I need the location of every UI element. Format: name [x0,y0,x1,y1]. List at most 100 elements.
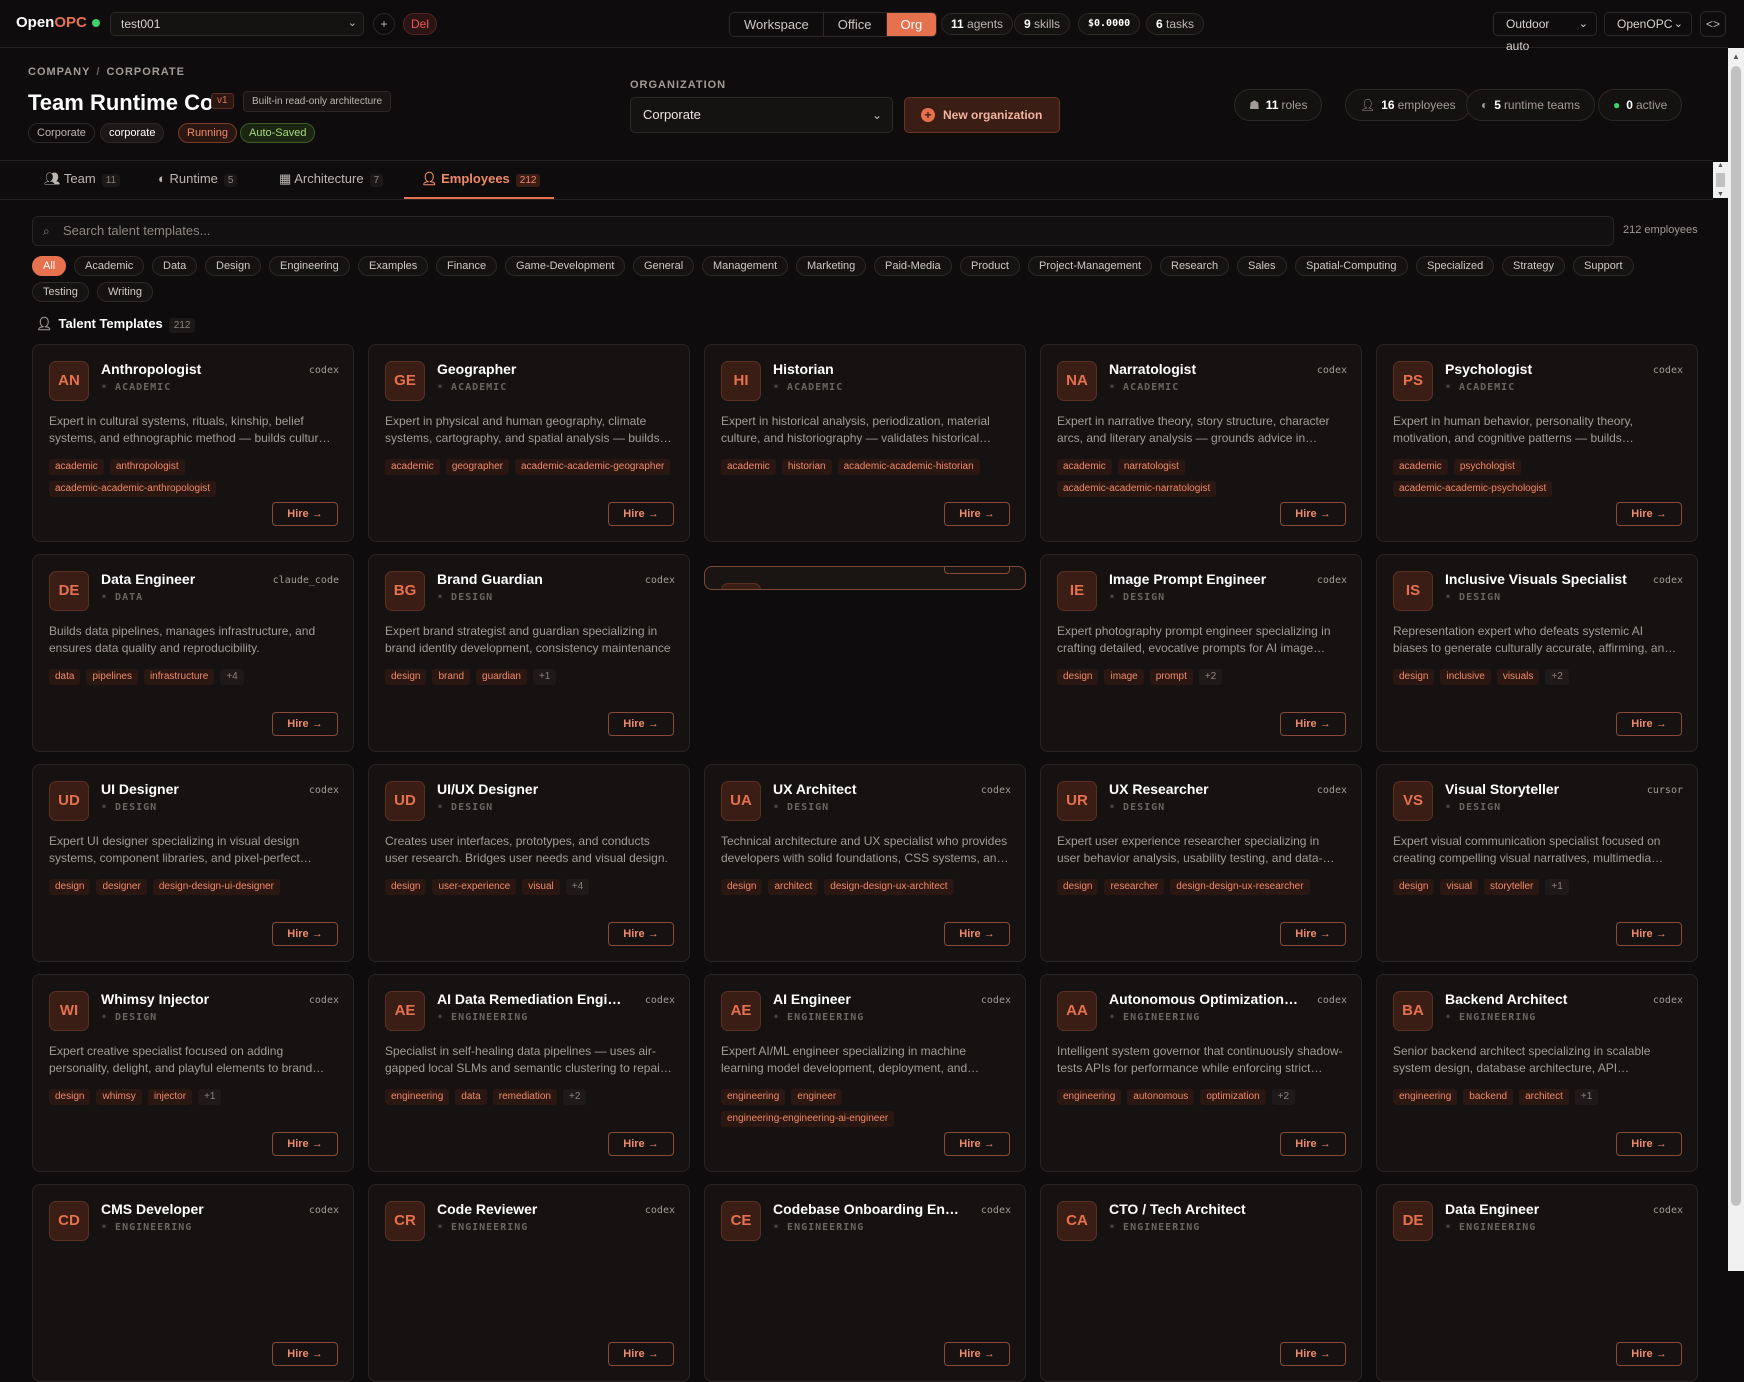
agents-count-badge[interactable]: 11 agents [941,13,1014,35]
organization-select[interactable]: Corporate ⌄ [630,97,893,133]
hire-button[interactable]: Hire → [608,922,674,946]
mode-office[interactable]: Office [824,13,887,36]
hire-button[interactable]: Hire → [944,1132,1010,1156]
mode-org[interactable]: Org [886,13,937,36]
hire-button[interactable]: Hire → [1616,1342,1682,1366]
scroll-down-icon[interactable]: ▼ [1717,191,1724,198]
filter-project-management[interactable]: Project-Management [1028,256,1153,276]
talent-card[interactable]: IE Image Prompt Engineer codex • DESIGN Expe… [1040,554,1362,752]
hire-button[interactable]: Hire → [1616,1132,1682,1156]
hire-button[interactable]: Hire → [608,502,674,526]
talent-card[interactable]: AN Anthropologist codex • ACADEMIC Expert in… [32,344,354,542]
filter-support[interactable]: Support [1573,256,1634,276]
tab-bar-scrollbar[interactable]: ▲ ▼ [1713,162,1728,198]
filter-design[interactable]: Design [205,256,262,276]
project-select[interactable]: test001 ⌄ [110,12,364,36]
talent-card[interactable]: VS Visual Storyteller cursor • DESIGN Expert… [1376,764,1698,962]
filter-paid-media[interactable]: Paid-Media [874,256,952,276]
page-scrollbar[interactable]: ▲ [1728,48,1744,1271]
hire-button[interactable]: Hire → [1280,1342,1346,1366]
filter-product[interactable]: Product [960,256,1020,276]
hire-button[interactable]: Hire → [272,502,338,526]
scroll-up-icon[interactable]: ▲ [1732,52,1740,61]
filter-finance[interactable]: Finance [436,256,498,276]
code-toggle-button[interactable]: <> [1700,11,1726,37]
filter-research[interactable]: Research [1160,256,1230,276]
talent-card[interactable]: CR Code Reviewer codex • ENGINEERING Hire → [368,1184,690,1382]
talent-card[interactable]: UD UI/UX Designer • DESIGN Creates user int… [368,764,690,962]
filter-game-development[interactable]: Game-Development [505,256,626,276]
filter-examples[interactable]: Examples [358,256,429,276]
filter-academic[interactable]: Academic [74,256,145,276]
hire-button[interactable]: Hire → [1280,1132,1346,1156]
talent-card[interactable]: UR UX Researcher codex • DESIGN Expert user … [1040,764,1362,962]
hire-button[interactable]: Hire → [608,1132,674,1156]
talent-card[interactable]: PS Psychologist codex • ACADEMIC Expert in h… [1376,344,1698,542]
hire-button[interactable]: Hire → [1280,922,1346,946]
hire-button[interactable]: Hire → [1280,712,1346,736]
talent-card[interactable]: CE Codebase Onboarding Engineer codex • ENG… [704,1184,1026,1382]
filter-writing[interactable]: Writing [97,282,154,302]
filter-engineering[interactable]: Engineering [269,256,350,276]
filter-all[interactable]: All [32,256,67,276]
tag: user-experience [432,879,517,895]
hire-button[interactable]: Hire → [944,567,1010,574]
scroll-up-icon[interactable]: ▲ [1717,162,1724,169]
talent-card[interactable]: AA Autonomous Optimization Architect codex… [1040,974,1362,1172]
talent-card[interactable]: WI Whimsy Injector codex • DESIGN Expert cre… [32,974,354,1172]
hire-button[interactable]: Hire → [944,502,1010,526]
theme-select[interactable]: Outdoor auto ⌄ [1493,12,1597,53]
brand-select[interactable]: OpenOPC ⌄ [1604,12,1692,36]
tab-team[interactable]: 👥︎ Team 11 [44,171,121,199]
filter-marketing[interactable]: Marketing [796,256,867,276]
runtime-label: codex [644,575,675,586]
talent-card[interactable]: AE AI Engineer codex • ENGINEERING Expert AI… [704,974,1026,1172]
cost-badge[interactable]: $0.0000 [1078,13,1141,35]
tab-runtime[interactable]: ◐ Runtime 5 [158,171,238,199]
talent-card[interactable]: IS Inclusive Visuals Specialist codex • DES… [1376,554,1698,752]
delete-project-button[interactable]: Del [403,13,437,35]
hire-button[interactable]: Hire → [272,712,338,736]
talent-card[interactable]: BG Brand Guardian codex • DESIGN Expert bran… [368,554,690,752]
talent-card[interactable]: HI Historian • ACADEMIC Expert in historica… [704,344,1026,542]
skills-count-badge[interactable]: 9 skills [1014,13,1071,35]
talent-card[interactable]: CA CTO / Tech Architect • ENGINEERING Hire … [1040,1184,1362,1382]
filter-specialized[interactable]: Specialized [1416,256,1495,276]
add-project-button[interactable]: + [373,13,395,35]
talent-card[interactable]: UA UX Architect codex • DESIGN Technical arc… [704,764,1026,962]
talent-card[interactable]: UD UI Designer codex • DESIGN Expert UI desi… [32,764,354,962]
hire-button[interactable]: Hire → [944,1342,1010,1366]
tab-employees[interactable]: 👤︎ Employees 212 [404,171,554,199]
search-input[interactable]: ⌕ Search talent templates... [32,216,1614,246]
hire-button[interactable]: Hire → [608,712,674,736]
filter-management[interactable]: Management [702,256,789,276]
talent-card[interactable]: BA Backend Architect codex • ENGINEERING Sen… [1376,974,1698,1172]
tag: academic-academic-geographer [514,459,671,475]
hire-button[interactable]: Hire → [944,922,1010,946]
filter-data[interactable]: Data [152,256,198,276]
hire-button[interactable]: Hire → [1280,502,1346,526]
talent-card[interactable]: DE Data Engineer codex • ENGINEERING Hire → [1376,1184,1698,1382]
tab-architecture[interactable]: ▦ Architecture 7 [279,171,384,199]
filter-testing[interactable]: Testing [32,282,89,302]
hire-button[interactable]: Hire → [1616,502,1682,526]
talent-card[interactable]: GE Geographer • ACADEMIC Expert in physical… [368,344,690,542]
hire-button[interactable]: Hire → [272,1132,338,1156]
filter-strategy[interactable]: Strategy [1502,256,1565,276]
talent-card[interactable]: CD CMS Developer codex • ENGINEERING Hire → [32,1184,354,1382]
filter-general[interactable]: General [633,256,695,276]
hire-button[interactable]: Hire → [1616,712,1682,736]
hire-button[interactable]: Hire → [272,922,338,946]
filter-sales[interactable]: Sales [1237,256,1287,276]
talent-card[interactable]: NA Narratologist codex • ACADEMIC Expert in … [1040,344,1362,542]
hire-button[interactable]: Hire → [272,1342,338,1366]
talent-card[interactable]: AE AI Data Remediation Engineer codex • ENG… [368,974,690,1172]
talent-card[interactable]: CDCreative Director• DESIGNSets creative… [704,566,1026,590]
hire-button[interactable]: Hire → [608,1342,674,1366]
mode-workspace[interactable]: Workspace [730,13,824,36]
tasks-count-badge[interactable]: 6 tasks [1146,13,1205,35]
new-organization-button[interactable]: + New organization [904,97,1060,133]
filter-spatial-computing[interactable]: Spatial-Computing [1295,256,1408,276]
talent-card[interactable]: DE Data Engineer claude_code • DATA Builds d… [32,554,354,752]
hire-button[interactable]: Hire → [1616,922,1682,946]
